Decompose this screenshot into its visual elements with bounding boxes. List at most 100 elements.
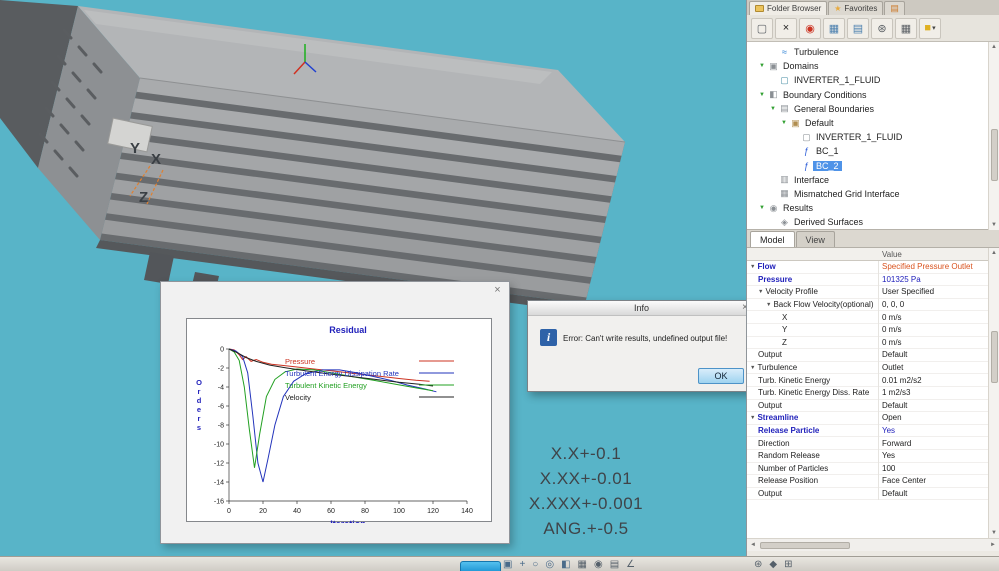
tab-model[interactable]: Model: [750, 231, 795, 247]
expander-icon[interactable]: ▼: [779, 120, 789, 126]
property-row[interactable]: Z0 m/s: [747, 337, 999, 350]
horizontal-scrollbar[interactable]: ◄ ►: [747, 538, 999, 551]
property-row[interactable]: Release ParticleYes: [747, 425, 999, 438]
pin-icon[interactable]: ◆: [769, 557, 777, 571]
property-value[interactable]: Default: [878, 350, 999, 359]
camera-icon[interactable]: ◉: [594, 557, 603, 571]
row-expander-icon[interactable]: ▼: [758, 289, 763, 295]
property-row[interactable]: OutputDefault: [747, 488, 999, 501]
table-icon[interactable]: ▦: [895, 18, 917, 39]
property-value[interactable]: Outlet: [878, 363, 999, 372]
settings-icon[interactable]: ⊛: [871, 18, 893, 39]
property-row[interactable]: ▼TurbulenceOutlet: [747, 362, 999, 375]
expander-icon[interactable]: ▼: [768, 106, 778, 112]
property-value[interactable]: 0, 0, 0: [878, 300, 999, 309]
measure-icon[interactable]: ∠: [626, 557, 635, 571]
ok-button[interactable]: OK: [698, 368, 744, 384]
row-expander-icon[interactable]: ▼: [766, 302, 771, 308]
partially-visible-button[interactable]: [460, 561, 501, 571]
zoom-icon[interactable]: ◎: [545, 557, 554, 571]
property-value[interactable]: 0.01 m2/s2: [878, 376, 999, 385]
property-row[interactable]: Turb. Kinetic Energy Diss. Rate1 m2/s3: [747, 387, 999, 400]
scroll-up-icon[interactable]: ▲: [991, 248, 997, 258]
3d-viewport[interactable]: Y X Z X.X+-0.1X.XX+-0.01X.XXX+-0.001ANG.…: [0, 0, 746, 556]
scroll-right-icon[interactable]: ►: [987, 542, 999, 548]
tab-folder-browser[interactable]: Folder Browser: [749, 1, 827, 15]
property-value[interactable]: 0 m/s: [878, 338, 999, 347]
tree-item-inverter-1-fluid-domain[interactable]: ▢INVERTER_1_FLUID: [747, 73, 999, 87]
property-row[interactable]: Y0 m/s: [747, 324, 999, 337]
grid-view-icon[interactable]: ▦: [823, 18, 845, 39]
tree-item-results[interactable]: ▼◉Results: [747, 201, 999, 215]
tree-item-inverter-1-fluid[interactable]: ▢INVERTER_1_FLUID: [747, 130, 999, 144]
expander-icon[interactable]: ▼: [757, 92, 767, 98]
fit-view-icon[interactable]: ▣: [503, 557, 512, 571]
tree-item-bc-2[interactable]: ƒBC_2: [747, 159, 999, 173]
expander-icon[interactable]: ▼: [757, 63, 767, 69]
scrollbar-thumb[interactable]: [760, 542, 850, 549]
close-icon[interactable]: ×: [739, 302, 746, 314]
property-row[interactable]: Random ReleaseYes: [747, 450, 999, 463]
scrollbar-thumb[interactable]: [991, 331, 998, 383]
property-scrollbar[interactable]: ▲ ▼: [988, 248, 999, 538]
property-row[interactable]: Release PositionFace Center: [747, 475, 999, 488]
delete-icon[interactable]: ×: [775, 18, 797, 39]
property-row[interactable]: Turb. Kinetic Energy0.01 m2/s2: [747, 374, 999, 387]
property-value[interactable]: 0 m/s: [878, 313, 999, 322]
layers-icon[interactable]: ▤: [610, 557, 619, 571]
row-expander-icon[interactable]: ▼: [750, 365, 755, 371]
scroll-down-icon[interactable]: ▼: [991, 220, 997, 230]
tab-favorites[interactable]: ★ Favorites: [828, 1, 883, 15]
list-view-icon[interactable]: ▤: [847, 18, 869, 39]
property-value[interactable]: 0 m/s: [878, 325, 999, 334]
probe-points-icon[interactable]: ◉: [799, 18, 821, 39]
window-icon[interactable]: ⊞: [784, 557, 792, 571]
tree-item-default[interactable]: ▼▣Default: [747, 116, 999, 130]
property-row[interactable]: Pressure101325 Pa: [747, 274, 999, 287]
tree-item-bc-1[interactable]: ƒBC_1: [747, 144, 999, 158]
property-value[interactable]: Default: [878, 489, 999, 498]
property-row[interactable]: ▼Back Flow Velocity(optional)0, 0, 0: [747, 299, 999, 312]
expander-icon[interactable]: ▼: [757, 205, 767, 211]
scroll-left-icon[interactable]: ◄: [747, 542, 759, 548]
property-row[interactable]: X0 m/s: [747, 311, 999, 324]
grid-icon[interactable]: ▦: [578, 557, 587, 571]
property-value[interactable]: Yes: [878, 426, 999, 435]
property-value[interactable]: Yes: [878, 451, 999, 460]
property-value[interactable]: Open: [878, 413, 999, 422]
tree-item-general-boundaries[interactable]: ▼▤General Boundaries: [747, 102, 999, 116]
orbit-icon[interactable]: ○: [532, 557, 538, 571]
property-row[interactable]: DirectionForward: [747, 437, 999, 450]
visibility-dropdown-icon[interactable]: ■▾: [919, 18, 941, 39]
property-value[interactable]: 101325 Pa: [878, 275, 999, 284]
property-row[interactable]: ▼StreamlineOpen: [747, 412, 999, 425]
tree-item-turbulence[interactable]: ≈Turbulence: [747, 45, 999, 59]
tree-scrollbar[interactable]: ▲ ▼: [988, 42, 999, 230]
close-icon[interactable]: ×: [491, 284, 504, 297]
property-value[interactable]: Default: [878, 401, 999, 410]
tab-view[interactable]: View: [796, 231, 835, 247]
settings-icon[interactable]: ⊛: [754, 557, 762, 571]
property-row[interactable]: Number of Particles100: [747, 463, 999, 476]
tree-item-boundary-conditions[interactable]: ▼◧Boundary Conditions: [747, 88, 999, 102]
scroll-up-icon[interactable]: ▲: [991, 42, 997, 52]
tree-item-mismatched-grid-interface[interactable]: ▦Mismatched Grid Interface: [747, 187, 999, 201]
row-expander-icon[interactable]: ▼: [750, 264, 755, 270]
property-row[interactable]: OutputDefault: [747, 349, 999, 362]
property-row[interactable]: OutputDefault: [747, 400, 999, 413]
property-value[interactable]: 100: [878, 464, 999, 473]
select-tool-icon[interactable]: ▢: [751, 18, 773, 39]
property-row[interactable]: ▼FlowSpecified Pressure Outlet: [747, 261, 999, 274]
scroll-down-icon[interactable]: ▼: [991, 528, 997, 538]
property-value[interactable]: Forward: [878, 439, 999, 448]
property-value[interactable]: Face Center: [878, 476, 999, 485]
property-value[interactable]: Specified Pressure Outlet: [878, 262, 999, 271]
row-expander-icon[interactable]: ▼: [750, 415, 755, 421]
tab-palette[interactable]: ▤: [884, 1, 905, 15]
property-value[interactable]: User Specified: [878, 287, 999, 296]
tree-item-domains[interactable]: ▼▣Domains: [747, 59, 999, 73]
pan-icon[interactable]: +: [519, 557, 525, 571]
property-row[interactable]: ▼Velocity ProfileUser Specified: [747, 286, 999, 299]
tree-item-interface[interactable]: ▥Interface: [747, 173, 999, 187]
property-value[interactable]: 1 m2/s3: [878, 388, 999, 397]
